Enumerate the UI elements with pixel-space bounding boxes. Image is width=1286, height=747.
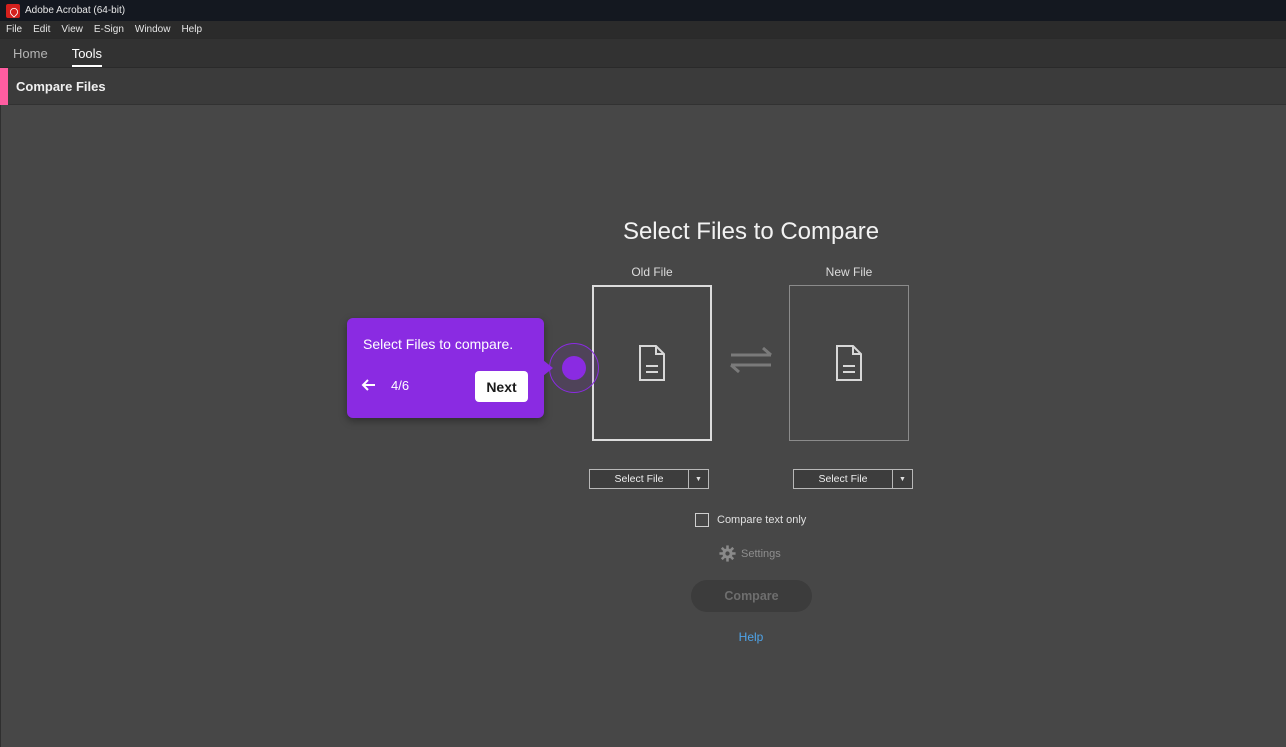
menu-view[interactable]: View (61, 24, 83, 35)
left-border (0, 105, 1, 747)
menu-edit[interactable]: Edit (33, 24, 50, 35)
title-bar: Adobe Acrobat (64-bit) (0, 0, 1286, 21)
tool-title: Compare Files (16, 78, 106, 94)
old-file-label: Old File (631, 265, 673, 279)
menu-file[interactable]: File (6, 24, 22, 35)
compare-text-only-label: Compare text only (717, 514, 807, 526)
compare-text-only-option: Compare text only (695, 513, 806, 527)
next-button[interactable]: Next (475, 371, 528, 402)
tool-accent-bar (0, 67, 8, 105)
chevron-down-icon[interactable]: ▼ (893, 470, 912, 488)
tool-header: Compare Files (0, 67, 1286, 105)
new-file-label: New File (825, 265, 873, 279)
tooltip-step-counter: 4/6 (391, 378, 410, 393)
document-icon (639, 345, 665, 381)
document-icon (836, 345, 862, 381)
settings-link[interactable]: Settings (719, 545, 781, 562)
compare-button[interactable]: Compare (691, 580, 812, 612)
menu-bar: File Edit View E-Sign Window Help (0, 21, 1286, 38)
swap-arrows-icon[interactable] (728, 346, 774, 374)
menu-window[interactable]: Window (135, 24, 171, 35)
old-file-dropzone[interactable] (592, 285, 712, 441)
window-title: Adobe Acrobat (64-bit) (25, 5, 126, 16)
new-file-dropzone[interactable] (789, 285, 909, 441)
arrow-left-icon[interactable] (361, 378, 377, 392)
new-file-select-button[interactable]: Select File (794, 470, 893, 488)
gear-icon (719, 545, 736, 562)
new-file-select-group: Select File ▼ (793, 469, 913, 489)
menu-help[interactable]: Help (181, 24, 202, 35)
menu-esign[interactable]: E-Sign (94, 24, 124, 35)
tab-tools[interactable]: Tools (71, 39, 103, 67)
settings-label: Settings (741, 547, 781, 560)
onboarding-tooltip: Select Files to compare. 4/6 Next (347, 318, 553, 418)
chevron-down-icon[interactable]: ▼ (689, 470, 708, 488)
acrobat-logo-icon (6, 3, 20, 18)
page-title: Select Files to Compare (0, 218, 1286, 246)
old-file-select-group: Select File ▼ (589, 469, 709, 489)
tooltip-message: Select Files to compare. (363, 336, 514, 352)
compare-text-only-checkbox[interactable] (695, 513, 709, 527)
old-file-select-button[interactable]: Select File (590, 470, 689, 488)
tab-bar: Home Tools (0, 38, 1286, 68)
tab-home[interactable]: Home (13, 39, 48, 67)
help-link[interactable]: Help (0, 630, 1286, 644)
page-title-text: Select Files to Compare (622, 218, 880, 245)
hotspot-dot[interactable] (562, 356, 586, 380)
